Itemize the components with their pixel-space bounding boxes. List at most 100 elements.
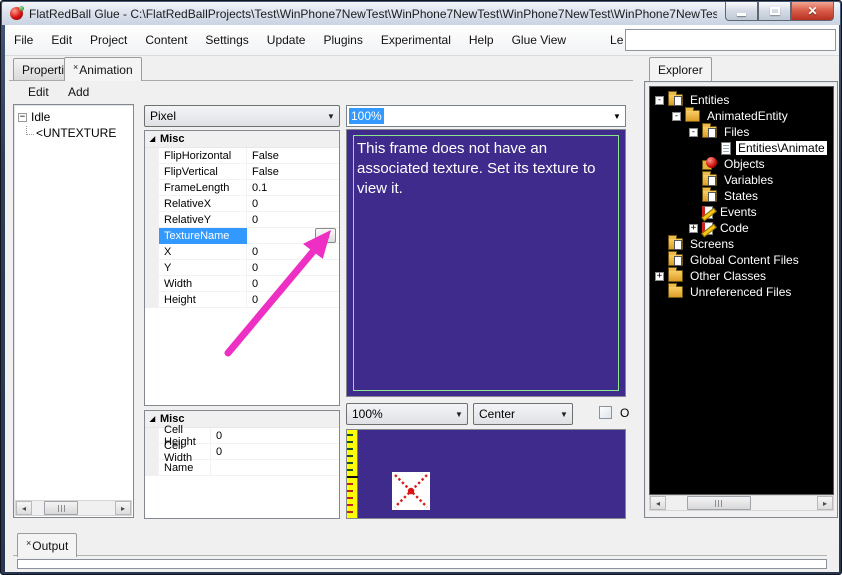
horizontal-scrollbar[interactable]: ◂ ▸ [15, 500, 132, 516]
menu-item-content[interactable]: Content [136, 29, 196, 51]
explorer-row-files[interactable]: - Files [650, 123, 833, 140]
explorer-row-other-classes[interactable]: + Other Classes [650, 267, 833, 284]
property-row-y[interactable]: Y0 [145, 259, 339, 276]
explorer-node-label[interactable]: Entities\Animate [736, 141, 827, 155]
explorer-row-unreferenced-files[interactable]: Unreferenced Files [650, 283, 833, 300]
collapse-toggle-icon[interactable]: − [18, 112, 27, 122]
category-expanded-icon[interactable]: ◢ [145, 135, 160, 143]
property-row-relativey[interactable]: RelativeY 0 [145, 211, 339, 228]
chevron-down-icon[interactable]: ▼ [451, 410, 467, 419]
property-value[interactable]: False [247, 150, 339, 162]
menu-item-le[interactable]: Le [601, 29, 625, 51]
property-value[interactable]: False [247, 166, 339, 178]
explorer-row-states[interactable]: States [650, 187, 833, 204]
ellipsis-button[interactable]: … [315, 228, 336, 243]
scrollbar-thumb[interactable] [43, 501, 79, 515]
menu-item-edit[interactable]: Edit [42, 29, 81, 51]
explorer-horizontal-scrollbar[interactable]: ◂ ▸ [649, 495, 834, 511]
sheet-zoom-combo[interactable]: 100% ▼ [346, 403, 468, 425]
property-row-framelength[interactable]: FrameLength 0.1 [145, 179, 339, 196]
property-row-fliphorizontal[interactable]: FlipHorizontal False [145, 147, 339, 164]
scrollbar-track[interactable] [666, 496, 817, 510]
property-value[interactable]: 0 [247, 278, 339, 290]
explorer-node-label[interactable]: Entities [688, 93, 731, 107]
explorer-node-label[interactable]: Files [722, 125, 751, 139]
explorer-node-label[interactable]: Global Content Files [688, 253, 801, 267]
explorer-row-entities[interactable]: - Entities [650, 91, 833, 108]
collapse-icon[interactable]: - [689, 127, 698, 137]
grid-category-row[interactable]: ◢ Misc [145, 131, 339, 148]
tree-row-frame[interactable]: <UNTEXTURE [14, 125, 133, 141]
property-row-relativex[interactable]: RelativeX 0 [145, 195, 339, 212]
animation-edit-menu[interactable]: Edit [22, 83, 55, 101]
expand-icon[interactable]: + [689, 223, 698, 233]
offset-checkbox[interactable] [599, 406, 612, 419]
menu-item-glue-view[interactable]: Glue View [503, 29, 575, 51]
collapse-icon[interactable]: - [672, 111, 681, 121]
property-row-width[interactable]: Width 0 [145, 275, 339, 292]
explorer-node-label[interactable]: Objects [722, 157, 767, 171]
menu-item-plugins[interactable]: Plugins [314, 29, 371, 51]
property-row-texturename[interactable]: TextureName… [145, 227, 339, 244]
tab-animation[interactable]: × Animation [64, 57, 142, 81]
property-value[interactable]: 0 [247, 198, 339, 210]
menu-item-experimental[interactable]: Experimental [372, 29, 460, 51]
menu-search-input[interactable] [625, 29, 836, 51]
tree-row-idle[interactable]: − Idle [14, 109, 133, 125]
property-row-cell-width[interactable]: Cell Width 0 [145, 440, 339, 464]
menu-item-file[interactable]: File [5, 29, 42, 51]
property-value[interactable]: 0 [247, 246, 339, 258]
chevron-down-icon[interactable]: ▼ [323, 112, 339, 121]
explorer-row-code[interactable]: + Code [650, 220, 833, 236]
explorer-row-screens[interactable]: Screens [650, 235, 833, 252]
menu-item-help[interactable]: Help [460, 29, 503, 51]
property-value[interactable]: 0 [211, 446, 339, 458]
explorer-node-label[interactable]: Screens [688, 237, 736, 251]
chevron-down-icon[interactable]: ▼ [609, 112, 625, 121]
property-row-flipvertical[interactable]: FlipVertical False [145, 163, 339, 180]
property-row-height[interactable]: Height 0 [145, 291, 339, 308]
explorer-node-label[interactable]: Code [718, 221, 751, 235]
property-value[interactable]: 0 [211, 430, 339, 442]
explorer-node-label[interactable]: Unreferenced Files [688, 285, 793, 299]
scrollbar-thumb[interactable] [687, 496, 751, 510]
tab-close-icon[interactable]: × [26, 538, 31, 548]
alignment-combo[interactable]: Center ▼ [473, 403, 573, 425]
explorer-row-events[interactable]: Events [650, 204, 833, 220]
menu-item-settings[interactable]: Settings [196, 29, 257, 51]
frame-preview-panel[interactable]: This frame does not have an associated t… [346, 129, 626, 397]
menu-item-project[interactable]: Project [81, 29, 136, 51]
explorer-node-label[interactable]: Events [718, 205, 759, 219]
scroll-right-icon[interactable]: ▸ [817, 496, 833, 510]
explorer-node-label[interactable]: AnimatedEntity [705, 109, 790, 123]
property-value[interactable]: 0.1 [247, 182, 339, 194]
spritesheet-preview-panel[interactable] [346, 429, 626, 519]
tab-close-icon[interactable]: × [73, 62, 78, 72]
tab-explorer[interactable]: Explorer [649, 57, 712, 81]
animation-node-idle[interactable]: Idle [31, 110, 50, 124]
property-value[interactable]: 0 [247, 214, 339, 226]
collapse-icon[interactable]: - [655, 95, 664, 105]
property-value[interactable]: 0 [247, 294, 339, 306]
chevron-down-icon[interactable]: ▼ [556, 410, 572, 419]
explorer-row-animatedentity[interactable]: - AnimatedEntity [650, 107, 833, 124]
category-expanded-icon[interactable]: ◢ [145, 415, 160, 423]
scroll-right-icon[interactable]: ▸ [115, 501, 131, 515]
titlebar[interactable]: FlatRedBall Glue - C:\FlatRedBallProject… [2, 2, 840, 25]
property-value[interactable]: 0 [247, 262, 339, 274]
coordinate-type-combo[interactable]: Pixel ▼ [144, 105, 340, 127]
explorer-row-objects[interactable]: Objects [650, 156, 833, 172]
explorer-node-label[interactable]: Variables [722, 173, 775, 187]
minimize-button[interactable] [725, 2, 758, 21]
scroll-left-icon[interactable]: ◂ [650, 496, 666, 510]
explorer-node-label[interactable]: Other Classes [688, 269, 768, 283]
menu-item-update[interactable]: Update [258, 29, 315, 51]
maximize-button[interactable] [758, 2, 791, 21]
explorer-node-label[interactable]: States [722, 189, 760, 203]
zoom-combo[interactable]: 100% ▼ [346, 105, 626, 127]
animation-add-menu[interactable]: Add [62, 83, 95, 101]
property-row-name[interactable]: Name [145, 459, 339, 476]
scroll-left-icon[interactable]: ◂ [16, 501, 32, 515]
expand-icon[interactable]: + [655, 271, 664, 281]
scrollbar-track[interactable] [32, 501, 115, 515]
